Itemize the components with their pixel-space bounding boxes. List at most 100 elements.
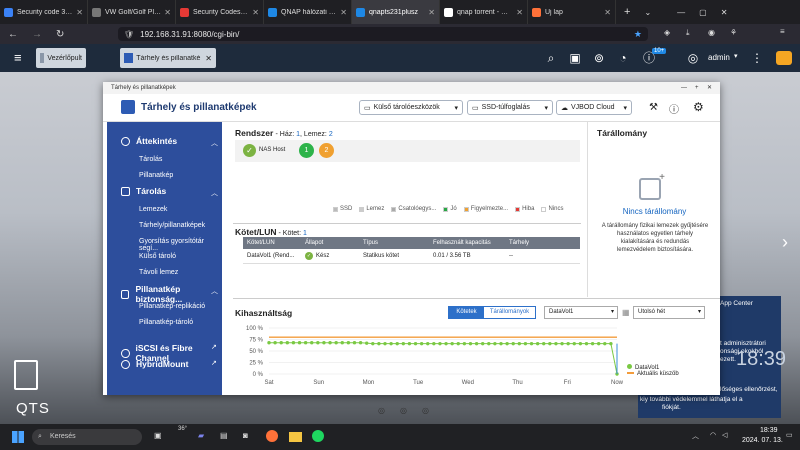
- sidebar-item-snapshot-replica[interactable]: Pillanatkép-replikáció: [139, 303, 205, 310]
- external-storage-button[interactable]: ▭ Külső tárolóeszközök ▾: [359, 100, 463, 115]
- app-tab-control-panel[interactable]: Vezérlőpult: [36, 48, 86, 68]
- back-icon[interactable]: ←: [8, 29, 18, 40]
- close-tab-icon[interactable]: ✕: [428, 8, 435, 17]
- sidebar-section-snapshot-backup[interactable]: Pillanatkép biztonság...: [121, 284, 222, 304]
- menu-icon[interactable]: ≡: [780, 27, 785, 36]
- sidebar-item-cache[interactable]: Gyorsítás gyorsítótár segí...: [139, 238, 222, 252]
- col-header[interactable]: Kötet/LUN: [243, 237, 301, 249]
- pocket-icon[interactable]: ◈: [664, 28, 670, 37]
- main-menu-icon[interactable]: ≡: [14, 50, 22, 65]
- help-icon[interactable]: ⓘ: [669, 101, 679, 116]
- user-dropdown-icon[interactable]: ▾: [734, 52, 738, 60]
- window-close-icon[interactable]: ✕: [707, 82, 712, 94]
- desktop-dot-1[interactable]: ◎: [378, 406, 385, 415]
- forward-icon[interactable]: →: [32, 29, 42, 40]
- close-tab-icon[interactable]: ✕: [340, 8, 347, 17]
- wifi-icon[interactable]: ◠: [710, 431, 716, 439]
- add-pool-icon[interactable]: +: [639, 172, 665, 200]
- col-header[interactable]: Felhasznált kapacitás: [429, 237, 505, 249]
- media-icon[interactable]: ▣: [568, 51, 582, 65]
- vjbod-cloud-button[interactable]: ☁ VJBOD Cloud ▾: [556, 100, 632, 115]
- events-icon[interactable]: ◔: [616, 51, 630, 65]
- bookmark-star-icon[interactable]: ★: [634, 29, 642, 40]
- browser-tab[interactable]: qnap torrent - Google✕: [440, 0, 528, 24]
- trash-icon[interactable]: [14, 360, 38, 390]
- app-tab-storage[interactable]: Tárhely és pillanatké ✕: [120, 48, 216, 68]
- more-icon[interactable]: ⋮: [750, 51, 764, 65]
- window-minimize-icon[interactable]: —: [681, 82, 687, 94]
- desktop-dot-2[interactable]: ◎: [400, 406, 407, 415]
- dashboard-icon[interactable]: [776, 51, 792, 65]
- maximize-icon[interactable]: ▢: [699, 8, 707, 17]
- ssd-overprovision-button[interactable]: ▭ SSD-túlfoglalás ▾: [467, 100, 553, 115]
- browser-tab[interactable]: VW Golf/Golf Plus (SK/52✕: [88, 0, 176, 24]
- close-tab-icon[interactable]: ✕: [205, 54, 212, 63]
- col-header[interactable]: Tárhely: [505, 237, 580, 249]
- browser-tab[interactable]: Security code 31347✕: [0, 0, 88, 24]
- close-icon[interactable]: ✕: [721, 8, 728, 17]
- browser-tab[interactable]: qnapts231plusz ✕: [352, 0, 440, 24]
- next-arrow-icon[interactable]: ›: [782, 232, 788, 253]
- sidebar-item-disks[interactable]: Lemezek: [139, 206, 167, 213]
- toggle-volumes[interactable]: Kötetek: [449, 307, 484, 318]
- sidebar-item-storage[interactable]: Tárolás: [139, 156, 162, 163]
- close-tab-icon[interactable]: ✕: [516, 8, 523, 17]
- browser-tab[interactable]: Új lap ✕: [528, 0, 616, 24]
- user-icon[interactable]: ◎: [686, 51, 700, 65]
- new-tab-button[interactable]: +: [624, 6, 630, 18]
- chevron-up-icon[interactable]: ︿: [211, 286, 218, 296]
- volume-select[interactable]: DataVol1 ▾: [544, 306, 618, 319]
- sidebar-item-storage-snapshots[interactable]: Tárhely/pillanatképek: [139, 222, 205, 229]
- disk-1[interactable]: 1: [299, 143, 314, 158]
- minimize-icon[interactable]: —: [677, 8, 685, 17]
- settings-gear-icon[interactable]: ⚙: [693, 100, 704, 114]
- tray-chevron-icon[interactable]: ︿: [692, 431, 699, 441]
- no-pool-link[interactable]: Nincs tárállomány: [597, 207, 712, 216]
- table-row[interactable]: DataVol1 (Rend... ✓ Kész Statikus kötet 0…: [243, 249, 580, 264]
- teams-icon[interactable]: ▰: [198, 431, 204, 440]
- firefox-icon[interactable]: [266, 430, 278, 442]
- extensions-icon[interactable]: ⚘: [730, 28, 737, 37]
- calendar-icon[interactable]: ▦: [622, 308, 630, 317]
- external-link-icon[interactable]: ↗: [211, 359, 217, 367]
- col-header[interactable]: Állapot: [301, 237, 359, 249]
- tab-list-icon[interactable]: ⌄: [644, 8, 651, 17]
- disk-2[interactable]: 2: [319, 143, 334, 158]
- toggle-pools[interactable]: Tárállományok: [484, 307, 535, 318]
- sidebar-item-remote-disk[interactable]: Távoli lemez: [139, 269, 178, 276]
- notification-center-icon[interactable]: ▭: [786, 431, 793, 439]
- browser-tab[interactable]: Security Codes not w✕: [176, 0, 264, 24]
- col-header[interactable]: Típus: [359, 237, 429, 249]
- chevron-up-icon[interactable]: ︿: [211, 188, 218, 198]
- weather-label[interactable]: 36°: [178, 426, 187, 432]
- search-icon[interactable]: ⌕: [544, 51, 558, 65]
- volume-icon[interactable]: ◁: [722, 431, 727, 439]
- external-link-icon[interactable]: ↗: [211, 343, 217, 351]
- tasks-icon[interactable]: ⊚: [592, 51, 606, 65]
- folder-icon[interactable]: [289, 432, 302, 442]
- camera-icon[interactable]: ◙: [243, 431, 248, 440]
- taskbar-time[interactable]: 18:39: [760, 427, 778, 434]
- browser-tab[interactable]: QNAP hálózati adatt✕: [264, 0, 352, 24]
- close-tab-icon[interactable]: ✕: [76, 8, 83, 17]
- taskbar-date[interactable]: 2024. 07. 13.: [742, 437, 783, 444]
- sidebar-item-external[interactable]: Külső tároló: [139, 253, 176, 260]
- taskbar-search[interactable]: ⌕ Keresés: [32, 429, 142, 445]
- range-select[interactable]: Utolsó hét ▾: [633, 306, 705, 319]
- monitor-icon[interactable]: ▤: [220, 431, 228, 440]
- window-maximize-icon[interactable]: +: [695, 82, 699, 94]
- desktop-dot-3[interactable]: ◎: [422, 406, 429, 415]
- spotify-icon[interactable]: [312, 430, 324, 442]
- close-tab-icon[interactable]: ✕: [604, 8, 611, 17]
- close-tab-icon[interactable]: ✕: [164, 8, 171, 17]
- task-view-icon[interactable]: ▣: [154, 431, 162, 440]
- windows-start-icon[interactable]: [12, 431, 24, 443]
- reload-icon[interactable]: ↻: [56, 29, 64, 40]
- download-icon[interactable]: ⤓: [686, 28, 690, 38]
- sidebar-section-overview[interactable]: Áttekintés: [121, 136, 177, 146]
- chevron-up-icon[interactable]: ︿: [211, 138, 218, 148]
- account-icon[interactable]: ◉: [708, 28, 715, 37]
- sidebar-item-snapshot-vault[interactable]: Pillanatkép-tároló: [139, 319, 193, 326]
- url-field[interactable]: 🛡 192.168.31.91:8080/cgi-bin/ ★: [118, 27, 648, 41]
- sidebar-item-snapshot[interactable]: Pillanatkép: [139, 172, 173, 179]
